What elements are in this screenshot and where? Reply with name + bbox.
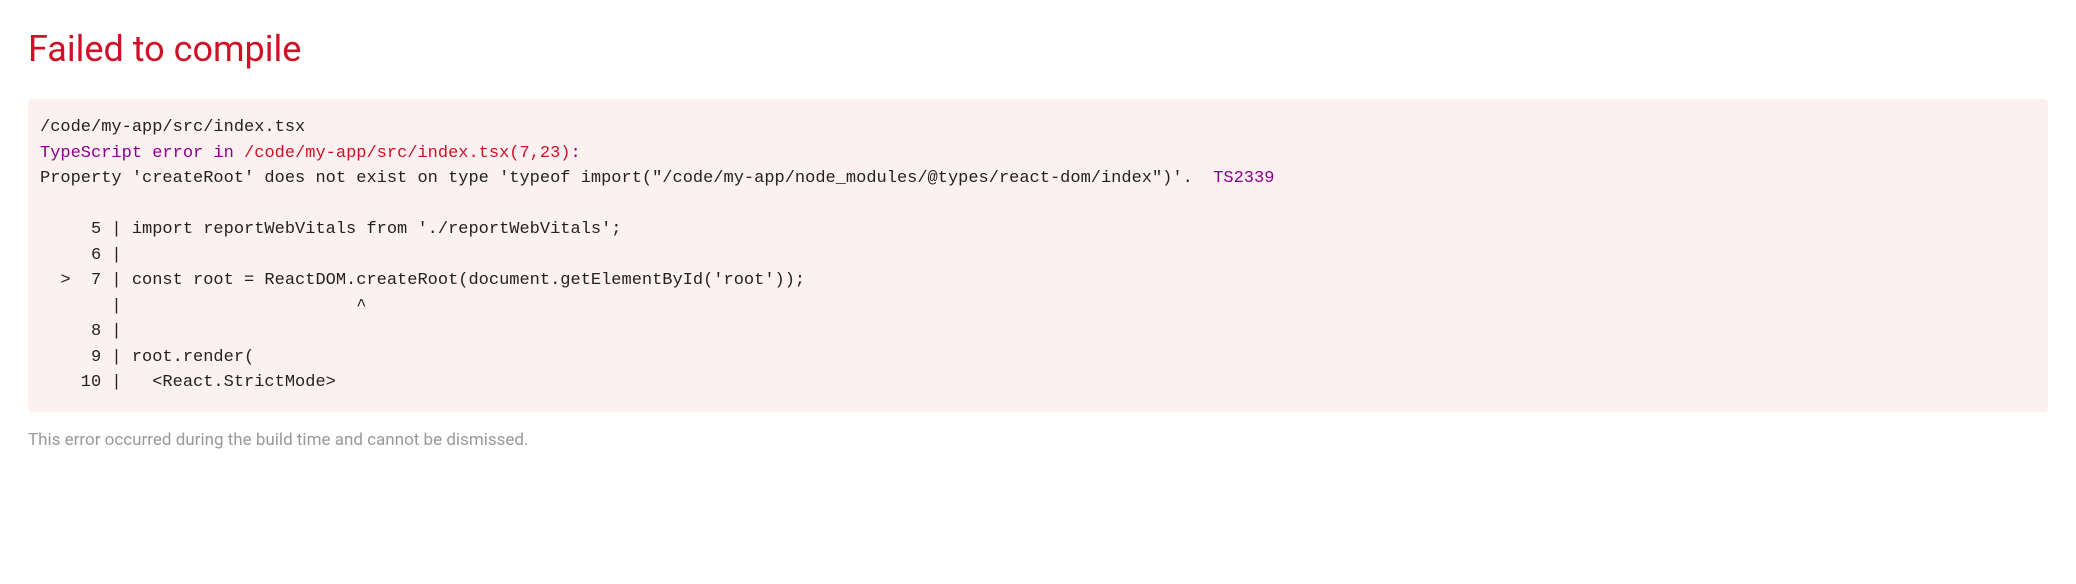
error-code-block: /code/my-app/src/index.tsx TypeScript er… [28,99,2048,412]
ts-error-file: /code/my-app/src/index.tsx(7,23) [244,144,570,163]
error-title: Failed to compile [28,28,2048,71]
file-path: /code/my-app/src/index.tsx [40,118,305,137]
ts-error-label: TypeScript error [40,144,203,163]
footer-note: This error occurred during the build tim… [28,430,2048,450]
error-message: Property 'createRoot' does not exist on … [40,169,1213,188]
ts-error-in: in [203,144,244,163]
code-context-lines: 5 | import reportWebVitals from './repor… [40,220,805,392]
ts-error-colon: : [571,144,581,163]
error-code: TS2339 [1213,169,1274,188]
